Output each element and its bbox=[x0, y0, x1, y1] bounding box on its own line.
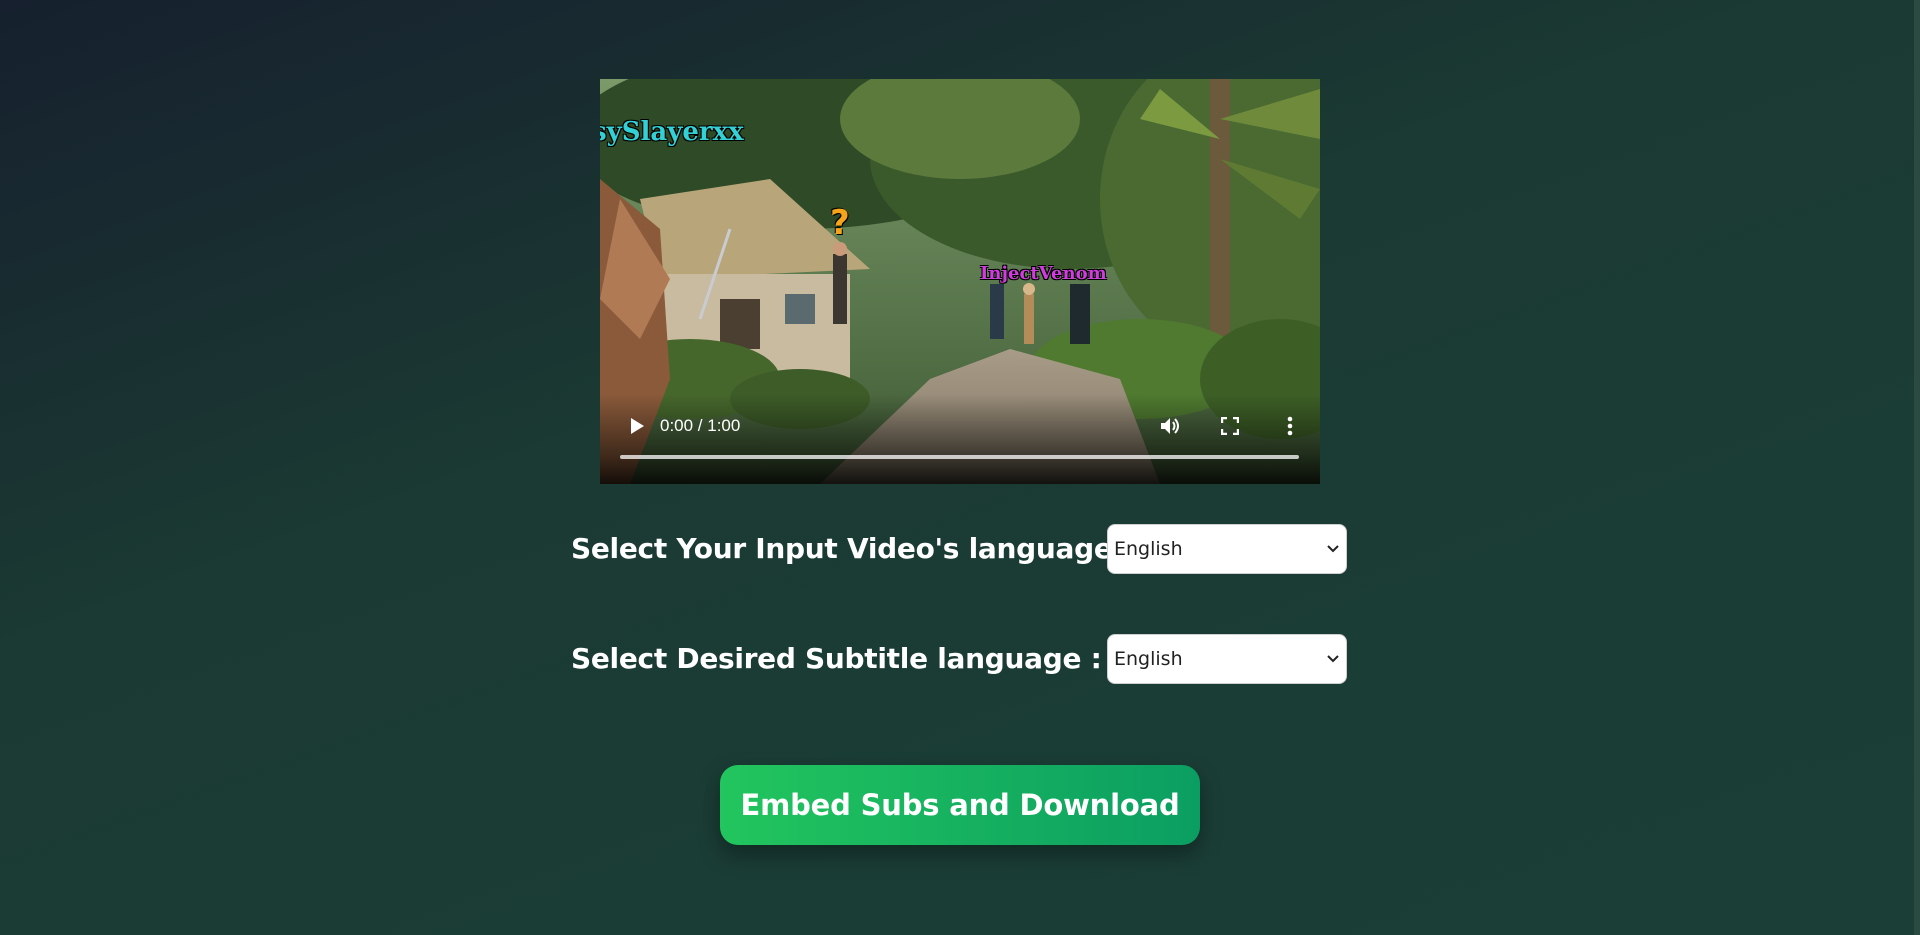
window-edge bbox=[1914, 0, 1920, 935]
question-mark-marker: ? bbox=[830, 203, 850, 243]
page: sySlayerxx ? InjectVenom 0:00 / 1:00 Sel… bbox=[0, 0, 1920, 935]
input-language-select[interactable]: English bbox=[1107, 524, 1347, 574]
input-language-value: English bbox=[1114, 538, 1183, 560]
subtitle-language-value: English bbox=[1114, 648, 1183, 670]
play-button[interactable] bbox=[622, 411, 652, 441]
embed-subs-download-button[interactable]: Embed Subs and Download bbox=[720, 765, 1200, 845]
fullscreen-icon bbox=[1221, 417, 1239, 435]
video-player[interactable]: sySlayerxx ? InjectVenom 0:00 / 1:00 bbox=[600, 79, 1320, 484]
more-vertical-icon bbox=[1287, 416, 1293, 436]
subtitle-language-select[interactable]: English bbox=[1107, 634, 1347, 684]
chevron-down-icon bbox=[1326, 652, 1340, 666]
overlay-username-a: sySlayerxx bbox=[600, 117, 744, 147]
subtitle-language-label: Select Desired Subtitle language : bbox=[571, 642, 1102, 675]
volume-button[interactable] bbox=[1156, 411, 1186, 441]
volume-icon bbox=[1161, 418, 1179, 434]
overlay-username-b: InjectVenom bbox=[980, 263, 1107, 284]
controls-backdrop bbox=[600, 394, 1320, 484]
input-language-label: Select Your Input Video's language : bbox=[571, 532, 1133, 565]
time-display: 0:00 / 1:00 bbox=[660, 416, 741, 435]
more-options-button[interactable] bbox=[1275, 411, 1305, 441]
progress-bar[interactable] bbox=[620, 455, 1299, 459]
chevron-down-icon bbox=[1326, 542, 1340, 556]
fullscreen-button[interactable] bbox=[1215, 411, 1245, 441]
play-icon bbox=[631, 418, 644, 434]
